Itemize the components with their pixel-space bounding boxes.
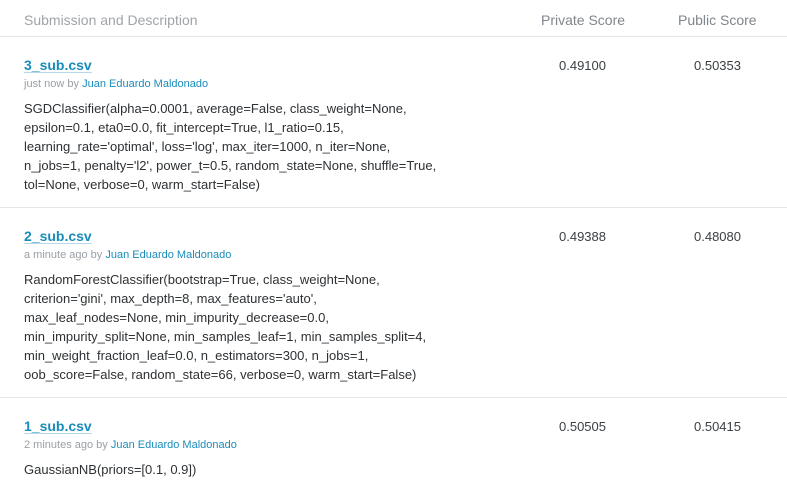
table-row: 3_sub.csv just now by Juan Eduardo Maldo… <box>0 37 787 208</box>
description-line: criterion='gini', max_depth=8, max_featu… <box>24 291 317 306</box>
private-score: 0.50505 <box>559 419 606 434</box>
header-submission-description: Submission and Description <box>24 12 198 28</box>
submission-meta: just now by Juan Eduardo Maldonado <box>24 77 208 91</box>
table-row: 1_sub.csv 2 minutes ago by Juan Eduardo … <box>0 398 787 488</box>
submission-time: just now <box>24 78 65 90</box>
description-line: min_impurity_split=None, min_samples_lea… <box>24 329 427 344</box>
description-line: n_jobs=1, penalty='l2', power_t=0.5, ran… <box>24 158 437 173</box>
description-line: learning_rate='optimal', loss='log', max… <box>24 139 391 154</box>
description-line: tol=None, verbose=0, warm_start=False) <box>24 177 260 192</box>
public-score: 0.50415 <box>694 419 741 434</box>
submission-by: by <box>90 249 103 261</box>
submission-by: by <box>96 439 108 451</box>
submission-author-link[interactable]: Juan Eduardo Maldonado <box>105 249 231 261</box>
submission-meta: a minute ago by Juan Eduardo Maldonado <box>24 248 231 262</box>
private-score: 0.49388 <box>559 229 606 244</box>
submission-meta: 2 minutes ago by Juan Eduardo Maldonado <box>24 438 237 452</box>
public-score: 0.48080 <box>694 229 741 244</box>
table-row: 2_sub.csv a minute ago by Juan Eduardo M… <box>0 208 787 398</box>
submission-file-link[interactable]: 1_sub.csv <box>24 417 92 435</box>
submissions-table: Submission and Description Private Score… <box>0 0 787 488</box>
description-line: RandomForestClassifier(bootstrap=True, c… <box>24 272 380 287</box>
submission-time: a minute ago <box>24 249 88 261</box>
submission-file-link[interactable]: 2_sub.csv <box>24 227 92 245</box>
private-score: 0.49100 <box>559 58 606 73</box>
submission-time: 2 minutes ago <box>24 439 94 451</box>
description-line: GaussianNB(priors=[0.1, 0.9]) <box>24 462 197 477</box>
public-score: 0.50353 <box>694 58 741 73</box>
description-line: oob_score=False, random_state=66, verbos… <box>24 367 417 382</box>
submission-by: by <box>67 78 80 90</box>
submission-file-link[interactable]: 3_sub.csv <box>24 56 92 74</box>
description-line: epsilon=0.1, eta0=0.0, fit_intercept=Tru… <box>24 120 344 135</box>
description-line: SGDClassifier(alpha=0.0001, average=Fals… <box>24 101 407 116</box>
table-header: Submission and Description Private Score… <box>0 0 787 37</box>
submission-description: RandomForestClassifier(bootstrap=True, c… <box>24 270 494 384</box>
submission-author-link[interactable]: Juan Eduardo Maldonado <box>82 78 208 90</box>
description-line: max_leaf_nodes=None, min_impurity_decrea… <box>24 310 329 325</box>
description-line: min_weight_fraction_leaf=0.0, n_estimato… <box>24 348 369 363</box>
header-public-score[interactable]: Public Score <box>678 11 757 29</box>
submission-description: SGDClassifier(alpha=0.0001, average=Fals… <box>24 99 494 194</box>
submission-author-link[interactable]: Juan Eduardo Maldonado <box>111 439 237 451</box>
header-private-score[interactable]: Private Score <box>541 11 625 29</box>
submission-description: GaussianNB(priors=[0.1, 0.9]) <box>24 460 494 479</box>
